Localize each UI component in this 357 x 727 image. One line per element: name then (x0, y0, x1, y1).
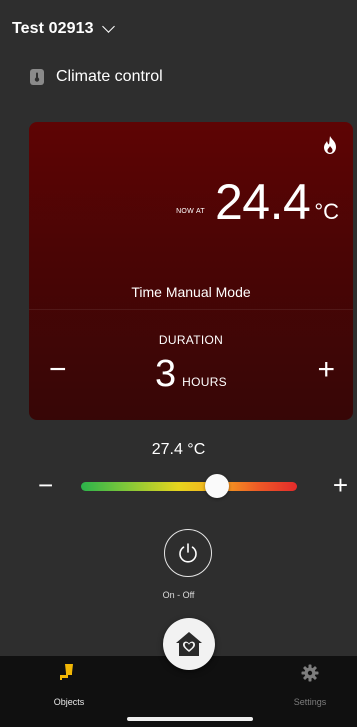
power-icon (179, 543, 197, 563)
duration-value: 3 (155, 353, 177, 395)
home-heart-icon (176, 632, 202, 656)
climate-screen: Test 02913 Climate control NOW AT 24.4 °… (0, 0, 357, 727)
slider-track[interactable] (81, 482, 297, 491)
chevron-down-icon (101, 20, 115, 33)
objects-icon (60, 664, 73, 680)
increase-setpoint-button[interactable]: + (333, 472, 348, 498)
slider-thumb[interactable] (205, 474, 230, 498)
decrease-setpoint-button[interactable]: − (38, 472, 53, 498)
power-button[interactable] (164, 529, 212, 577)
gear-icon (301, 664, 319, 682)
section-title: Climate control (56, 68, 163, 85)
nav-settings-label: Settings (293, 697, 327, 707)
nav-settings[interactable]: Settings (284, 664, 336, 707)
mode-label: Time Manual Mode (131, 284, 251, 300)
home-button[interactable] (163, 618, 215, 670)
nav-objects[interactable]: Objects (46, 664, 92, 707)
flame-icon (324, 136, 336, 154)
now-at-label: NOW AT (176, 208, 205, 215)
duration-label: DURATION (158, 333, 224, 347)
climate-card: NOW AT 24.4 °C Time Manual Mode DURATION… (29, 122, 353, 420)
nav-objects-label: Objects (53, 697, 85, 707)
section-header: Climate control (30, 68, 163, 86)
duration-display: 3 HOURS (29, 355, 353, 393)
thermometer-icon (30, 69, 44, 85)
increase-duration-button[interactable]: + (317, 355, 335, 385)
temperature-unit: °C (314, 199, 339, 224)
device-name: Test 02913 (12, 20, 94, 37)
duration-unit: HOURS (182, 375, 227, 389)
power-label: On - Off (162, 590, 195, 600)
device-selector[interactable]: Test 02913 (12, 20, 115, 38)
setpoint-temperature: 27.4 °C (151, 441, 206, 458)
current-temperature: 24.4 (214, 174, 311, 230)
setpoint-slider: − + (38, 472, 348, 498)
card-divider (29, 309, 353, 310)
home-indicator (127, 717, 253, 721)
current-temperature-display: NOW AT 24.4 °C (176, 177, 339, 227)
